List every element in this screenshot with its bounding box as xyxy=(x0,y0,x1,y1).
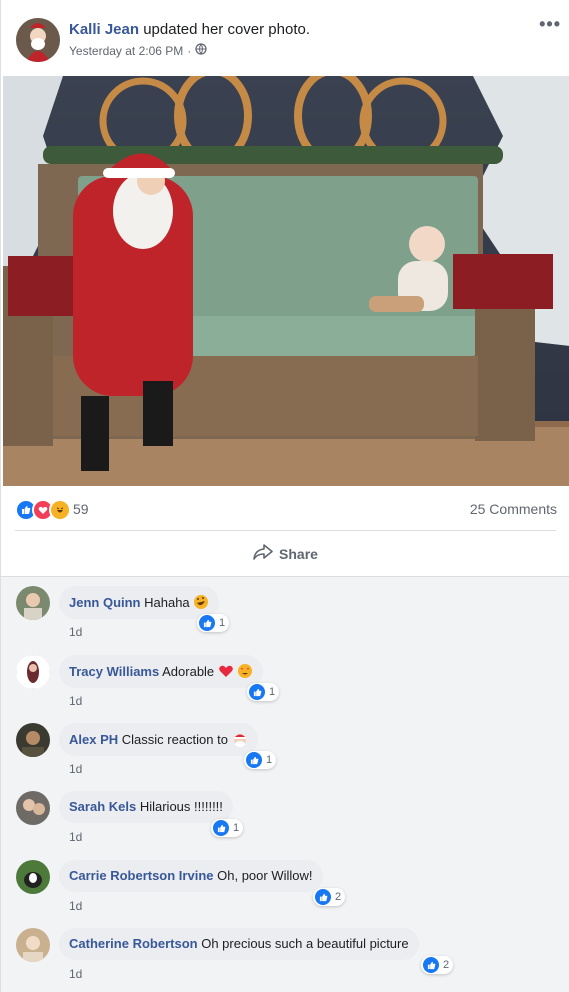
more-options-button[interactable]: ••• xyxy=(539,14,561,35)
author-avatar[interactable] xyxy=(16,18,60,62)
comment-text: Oh, poor Willow! xyxy=(217,868,313,883)
cover-photo-post: Kalli Jean updated her cover photo. Yest… xyxy=(0,0,569,992)
comment-like-number: 1 xyxy=(266,754,273,766)
commenter-avatar[interactable] xyxy=(16,860,50,894)
share-row: Share xyxy=(1,531,569,576)
comment-like-count[interactable]: 2 xyxy=(421,956,454,974)
comment-like-count[interactable]: 1 xyxy=(211,819,244,837)
commenter-avatar[interactable] xyxy=(16,655,50,689)
haha-icon xyxy=(49,499,71,521)
comment-time[interactable]: 1d xyxy=(69,625,82,639)
comment-text: Adorable xyxy=(162,664,215,679)
comments-count[interactable]: 25 Comments xyxy=(470,501,557,517)
comment-item: Alex PH Classic reaction to 1 1d xyxy=(1,714,569,782)
comment-bubble: Jenn Quinn Hahaha xyxy=(59,586,220,619)
author-line: Kalli Jean updated her cover photo. xyxy=(69,20,310,39)
post-meta: Yesterday at 2:06 PM · xyxy=(69,43,310,58)
commenter-avatar[interactable] xyxy=(16,928,50,962)
comment-item: Jenn Quinn Hahaha 1 1d xyxy=(1,577,569,645)
commenter-avatar[interactable] xyxy=(16,723,50,757)
like-icon xyxy=(315,889,331,905)
commenter-name[interactable]: Carrie Robertson Irvine xyxy=(69,868,214,883)
comment-bubble: Alex PH Classic reaction to xyxy=(59,723,258,756)
comment-time[interactable]: 1d xyxy=(69,694,82,708)
comment-time[interactable]: 1d xyxy=(69,967,82,981)
commenter-name[interactable]: Alex PH xyxy=(69,732,118,747)
rofl-emoji xyxy=(193,594,209,610)
share-label: Share xyxy=(279,545,318,562)
post-timestamp[interactable]: Yesterday at 2:06 PM xyxy=(69,44,183,58)
commenter-avatar[interactable] xyxy=(16,586,50,620)
comment-text: Oh precious such a beautiful picture xyxy=(201,936,409,951)
globe-icon[interactable] xyxy=(195,43,207,58)
author-name[interactable]: Kalli Jean xyxy=(69,21,139,38)
commenter-name[interactable]: Catherine Robertson xyxy=(69,936,198,951)
comment-bubble: Tracy Williams Adorable xyxy=(59,655,264,688)
comment-item: Carrie Robertson Irvine Oh, poor Willow!… xyxy=(1,851,569,919)
comment-like-number: 2 xyxy=(443,959,450,971)
like-icon xyxy=(249,684,265,700)
comment-item: Sarah Kels Hilarious !!!!!!!! 1 1d xyxy=(1,782,569,850)
commenter-name[interactable]: Sarah Kels xyxy=(69,799,136,814)
like-icon xyxy=(246,752,262,768)
cover-photo[interactable] xyxy=(3,76,569,486)
comment-like-count[interactable]: 1 xyxy=(197,614,230,632)
comment-text: Hahaha xyxy=(144,595,190,610)
meta-separator: · xyxy=(187,43,192,58)
commenter-avatar[interactable] xyxy=(16,791,50,825)
comment-like-number: 1 xyxy=(269,686,276,698)
comment-like-number: 1 xyxy=(219,617,226,629)
santa-photo-image xyxy=(3,76,569,486)
comment-text: Hilarious !!!!!!!! xyxy=(139,799,223,814)
comment-bubble: Carrie Robertson Irvine Oh, poor Willow! xyxy=(59,860,323,892)
reaction-icons[interactable] xyxy=(15,499,71,521)
comment-bubble: Sarah Kels Hilarious !!!!!!!! xyxy=(59,791,233,823)
comment-time[interactable]: 1d xyxy=(69,830,82,844)
header-text: Kalli Jean updated her cover photo. Yest… xyxy=(69,20,310,58)
comment-text: Classic reaction to xyxy=(121,732,228,747)
share-button[interactable]: Share xyxy=(253,544,318,563)
heart-eyes-emoji xyxy=(237,663,253,679)
comment-like-count[interactable]: 1 xyxy=(247,683,280,701)
reaction-count[interactable]: 59 xyxy=(73,501,89,517)
share-arrow-icon xyxy=(253,544,273,563)
comments-list: Jenn Quinn Hahaha 1 1d Tracy Williams Ad… xyxy=(1,577,569,992)
comment-item: Catherine Robertson Oh precious such a b… xyxy=(1,919,569,987)
heart-icon xyxy=(218,663,234,679)
comment-item: Tracy Williams Adorable 1 1d xyxy=(1,646,569,714)
comment-like-number: 1 xyxy=(233,822,240,834)
comment-like-number: 2 xyxy=(335,891,342,903)
comment-time[interactable]: 1d xyxy=(69,899,82,913)
like-icon xyxy=(423,957,439,973)
like-icon xyxy=(199,615,215,631)
commenter-name[interactable]: Jenn Quinn xyxy=(69,595,141,610)
like-icon xyxy=(213,820,229,836)
comment-like-count[interactable]: 2 xyxy=(313,888,346,906)
reactions-row: 59 25 Comments xyxy=(1,486,569,530)
santa-emoji xyxy=(232,731,248,747)
comment-bubble: Catherine Robertson Oh precious such a b… xyxy=(59,928,419,960)
post-header: Kalli Jean updated her cover photo. Yest… xyxy=(1,0,569,76)
commenter-name[interactable]: Tracy Williams xyxy=(69,664,159,679)
comment-like-count[interactable]: 1 xyxy=(244,751,277,769)
comment-time[interactable]: 1d xyxy=(69,762,82,776)
post-action: updated her cover photo. xyxy=(143,21,311,38)
